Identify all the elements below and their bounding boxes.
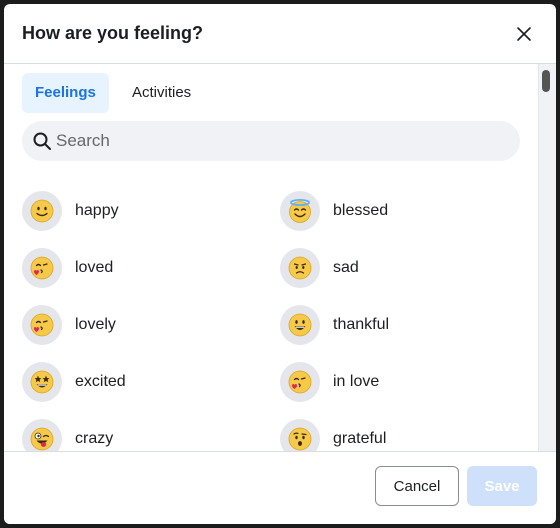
star-struck-face-icon <box>30 370 54 394</box>
emoji-badge <box>280 248 320 288</box>
face-blowing-kiss-icon <box>30 313 54 337</box>
feeling-label: blessed <box>333 202 389 219</box>
emoji-badge <box>280 419 320 451</box>
scrollbar-track[interactable] <box>538 64 556 451</box>
scrollbar-thumb[interactable] <box>542 70 550 92</box>
feeling-item[interactable]: thankful <box>280 303 389 347</box>
feeling-label: happy <box>75 202 119 219</box>
tab-activities[interactable]: Activities <box>119 73 204 113</box>
emoji-badge <box>280 191 320 231</box>
cancel-button[interactable]: Cancel <box>375 466 459 506</box>
emoji-badge <box>22 191 62 231</box>
close-button[interactable] <box>512 22 536 46</box>
feeling-item[interactable]: grateful <box>280 417 386 451</box>
feeling-label: in love <box>333 373 380 390</box>
feelings-dialog: How are you feeling? Feelings Activities <box>4 4 556 524</box>
feeling-label: crazy <box>75 430 114 447</box>
feeling-item[interactable]: lovely <box>22 303 116 347</box>
feeling-item[interactable]: loved <box>22 246 113 290</box>
face-blowing-kiss-icon <box>30 256 54 280</box>
feeling-item[interactable]: blessed <box>280 189 388 233</box>
dialog-footer: Cancel Save <box>4 451 556 524</box>
emoji-badge <box>22 419 62 451</box>
feeling-label: loved <box>75 259 114 276</box>
feeling-item[interactable]: crazy <box>22 417 113 451</box>
dialog-header: How are you feeling? <box>4 4 556 64</box>
feeling-label: grateful <box>333 430 387 447</box>
search-input[interactable] <box>56 121 506 161</box>
feeling-label: lovely <box>75 316 116 333</box>
feeling-label: sad <box>333 259 359 276</box>
feeling-item[interactable]: sad <box>280 246 359 290</box>
face-with-raised-eyebrow-icon <box>288 427 312 451</box>
face-blowing-kiss-icon <box>288 370 312 394</box>
worried-face-icon <box>288 256 312 280</box>
feeling-item[interactable]: excited <box>22 360 126 404</box>
emoji-badge <box>280 362 320 402</box>
winking-tongue-face-icon <box>30 427 54 451</box>
feeling-label: thankful <box>333 316 390 333</box>
feeling-item[interactable]: in love <box>280 360 379 404</box>
feeling-item[interactable]: happy <box>22 189 119 233</box>
smiling-face-with-halo-icon <box>289 199 311 223</box>
search-box[interactable] <box>22 121 520 161</box>
slightly-smiling-face-icon <box>30 199 54 223</box>
emoji-badge <box>22 248 62 288</box>
dialog-title: How are you feeling? <box>22 23 204 43</box>
emoji-badge <box>22 305 62 345</box>
emoji-badge <box>22 362 62 402</box>
close-icon <box>517 27 531 41</box>
grinning-face-icon <box>288 313 312 337</box>
emoji-badge <box>280 305 320 345</box>
search-icon <box>33 132 51 150</box>
dialog-content: Feelings Activities happy <box>4 64 556 451</box>
save-button[interactable]: Save <box>467 466 537 506</box>
feeling-label: excited <box>75 373 126 390</box>
tab-feelings[interactable]: Feelings <box>22 73 109 113</box>
